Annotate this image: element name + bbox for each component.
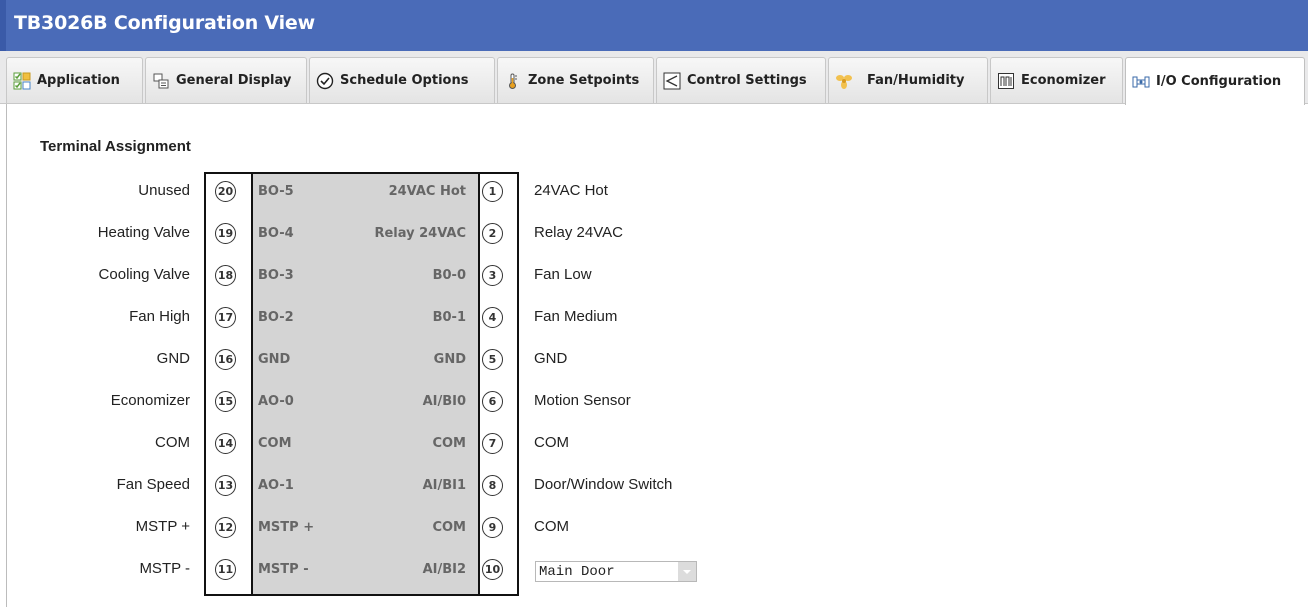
right-pin-number: 1: [482, 181, 503, 202]
right-pin-number: 9: [482, 517, 503, 538]
tab-schedule-options[interactable]: Schedule Options: [309, 57, 495, 103]
left-pin-number: 15: [215, 391, 236, 412]
left-pin-number: 17: [215, 307, 236, 328]
left-terminal-label: COM: [155, 434, 190, 451]
title-bar: TB3026B Configuration View: [0, 0, 1308, 51]
economizer-icon: [997, 72, 1015, 90]
right-terminal-label: COM: [534, 434, 569, 451]
right-io-label: COM: [432, 436, 466, 451]
right-io-label: AI/BI1: [422, 478, 466, 493]
left-terminal-label: Economizer: [110, 392, 190, 409]
tab-application[interactable]: Application: [6, 57, 143, 103]
left-pin-number: 14: [215, 433, 236, 454]
panel-border: [6, 104, 7, 607]
right-pin-number: 5: [482, 349, 503, 370]
right-terminal-label: GND: [534, 350, 568, 367]
tab-label: Economizer: [1021, 73, 1106, 88]
section-title: Terminal Assignment: [40, 138, 191, 155]
right-io-label: COM: [432, 520, 466, 535]
left-pin-number: 16: [215, 349, 236, 370]
left-pin-number: 20: [215, 181, 236, 202]
right-terminal-label: Fan Low: [534, 266, 592, 283]
right-io-label: AI/BI2: [422, 562, 466, 577]
left-terminal-label: MSTP -: [139, 560, 190, 577]
tab-label: Zone Setpoints: [528, 73, 640, 88]
tab-label: General Display: [176, 73, 292, 88]
left-io-label: AO-1: [258, 478, 294, 493]
right-pin-number: 2: [482, 223, 503, 244]
display-icon: [152, 72, 170, 90]
window-title: TB3026B Configuration View: [14, 12, 315, 34]
left-pin-number: 19: [215, 223, 236, 244]
pin10-assignment-select[interactable]: Main Door: [535, 561, 697, 582]
tab-io-configuration[interactable]: I/O Configuration: [1125, 57, 1305, 105]
left-terminal-label: MSTP +: [135, 518, 190, 535]
left-pin-number: 11: [215, 559, 236, 580]
select-value: Main Door: [539, 563, 615, 580]
control-triangle-icon: [663, 72, 681, 90]
right-terminal-label: 24VAC Hot: [534, 182, 608, 199]
left-pin-number: 13: [215, 475, 236, 496]
left-io-label: COM: [258, 436, 292, 451]
tab-bar: Application General Display Schedule Opt…: [0, 51, 1308, 105]
right-io-label: B0-0: [432, 268, 466, 283]
left-io-label: GND: [258, 352, 291, 367]
left-io-label: BO-5: [258, 184, 294, 199]
tab-label: Control Settings: [687, 73, 807, 88]
right-io-label: GND: [433, 352, 466, 367]
left-pin-number: 18: [215, 265, 236, 286]
tab-label: I/O Configuration: [1156, 74, 1282, 89]
tab-general-display[interactable]: General Display: [145, 57, 307, 103]
fan-icon: [835, 72, 853, 90]
io-config-icon: [1132, 73, 1150, 91]
left-io-label: AO-0: [258, 394, 294, 409]
left-terminal-label: Fan High: [129, 308, 190, 325]
right-io-label: 24VAC Hot: [388, 184, 466, 199]
right-io-label: AI/BI0: [422, 394, 466, 409]
tab-control-settings[interactable]: Control Settings: [656, 57, 826, 103]
left-io-label: MSTP +: [258, 520, 315, 535]
left-io-label: BO-2: [258, 310, 294, 325]
tab-economizer[interactable]: Economizer: [990, 57, 1123, 103]
right-io-label: Relay 24VAC: [374, 226, 466, 241]
left-terminal-label: Heating Valve: [97, 224, 190, 241]
right-pin-number: 10: [482, 559, 503, 580]
left-terminal-label: Fan Speed: [116, 476, 190, 493]
chevron-down-icon[interactable]: [678, 562, 696, 581]
right-io-label: B0-1: [432, 310, 466, 325]
left-terminal-label: Cooling Valve: [98, 266, 190, 283]
right-terminal-label: Door/Window Switch: [534, 476, 673, 493]
left-terminal-label: Unused: [138, 182, 190, 199]
left-io-label: BO-4: [258, 226, 294, 241]
thermometer-icon: [504, 72, 522, 90]
tab-label: Application: [37, 73, 120, 88]
tab-label: Schedule Options: [340, 73, 469, 88]
right-terminal-label: Motion Sensor: [534, 392, 631, 409]
right-pin-number: 6: [482, 391, 503, 412]
tab-zone-setpoints[interactable]: Zone Setpoints: [497, 57, 654, 103]
tab-fan-humidity[interactable]: Fan/Humidity: [828, 57, 988, 103]
clock-check-icon: [316, 72, 334, 90]
right-pin-number: 4: [482, 307, 503, 328]
right-terminal-label: COM: [534, 518, 569, 535]
left-io-label: BO-3: [258, 268, 294, 283]
right-pin-number: 3: [482, 265, 503, 286]
right-pin-number: 7: [482, 433, 503, 454]
app-blocks-icon: [13, 72, 31, 90]
right-pin-number: 8: [482, 475, 503, 496]
right-terminal-label: Fan Medium: [534, 308, 618, 325]
left-pin-number: 12: [215, 517, 236, 538]
left-io-label: MSTP -: [258, 562, 309, 577]
tab-label: Fan/Humidity: [867, 73, 965, 88]
right-terminal-label: Relay 24VAC: [534, 224, 623, 241]
left-terminal-label: GND: [156, 350, 190, 367]
